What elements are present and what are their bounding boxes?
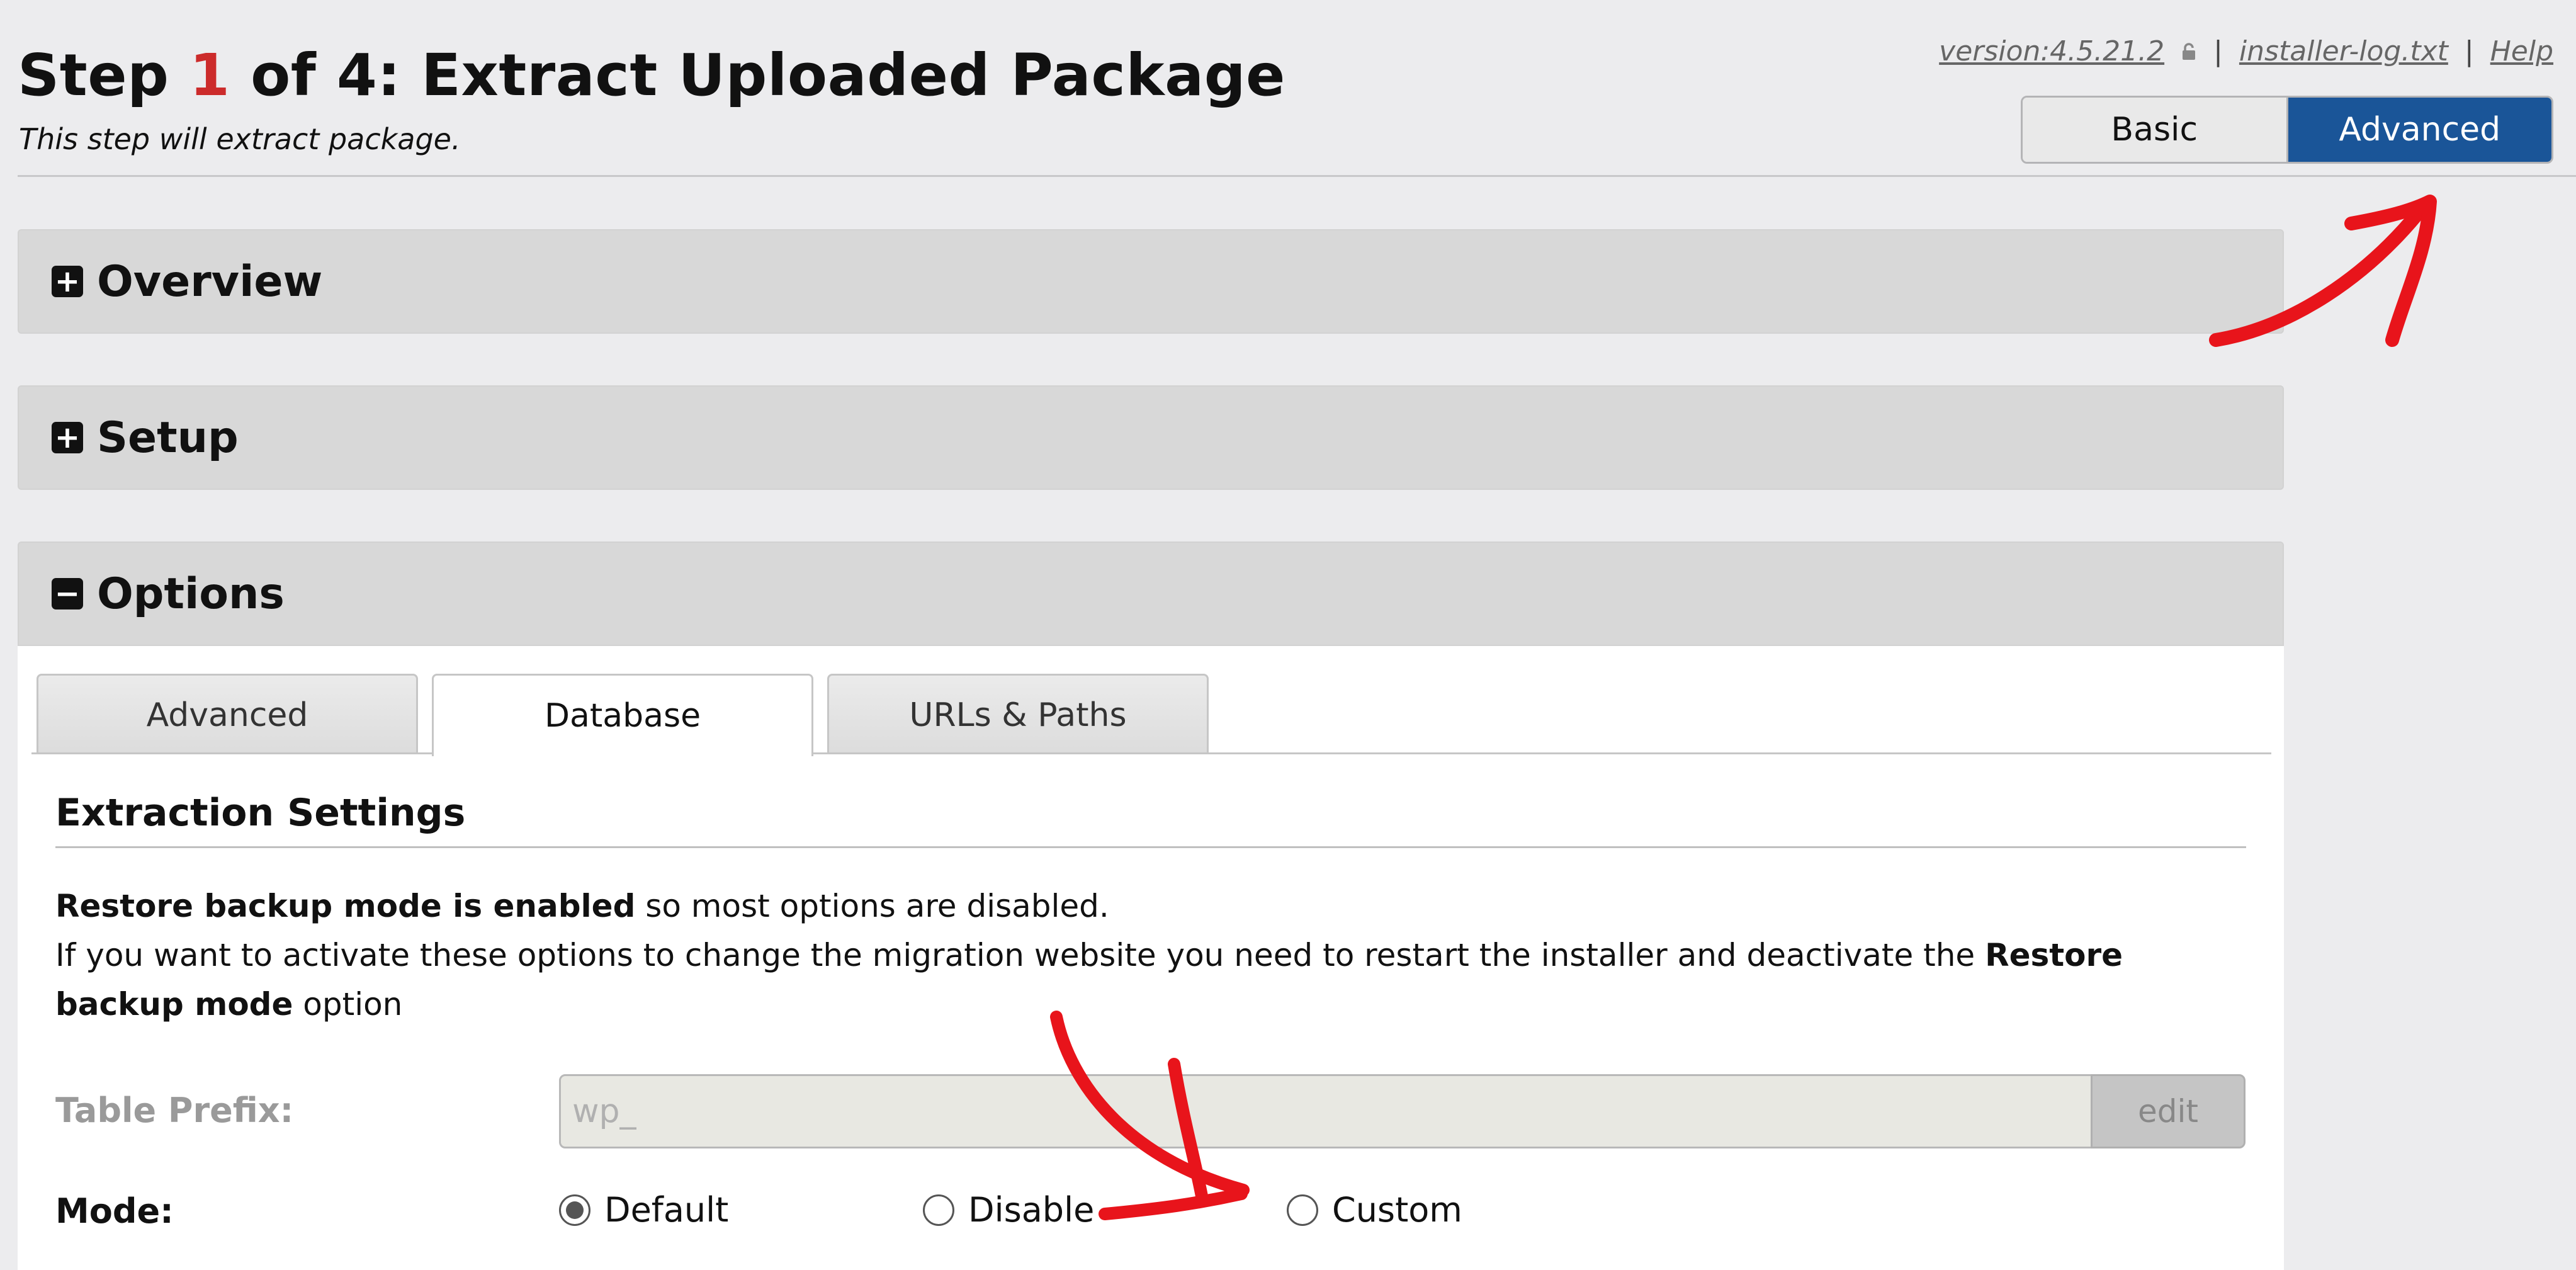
radio-circle <box>923 1194 954 1226</box>
header-divider <box>18 175 2576 177</box>
mode-custom-radio[interactable]: Custom <box>1287 1190 1462 1230</box>
help-link[interactable]: Help <box>2490 35 2553 67</box>
overview-panel-header[interactable]: + Overview <box>18 229 2284 334</box>
table-prefix-input[interactable]: wp_ <box>559 1074 2093 1148</box>
link-separator: | <box>2464 35 2474 67</box>
setup-title: Setup <box>97 412 239 463</box>
radio-selected-dot <box>566 1201 584 1219</box>
mode-label: Mode: <box>55 1191 174 1231</box>
step-number: 1 <box>189 42 230 109</box>
advanced-mode-button[interactable]: Advanced <box>2288 98 2551 162</box>
basic-mode-button[interactable]: Basic <box>2023 98 2288 162</box>
version-link[interactable]: version:4.5.21.2 <box>1939 35 2164 67</box>
overview-title: Overview <box>97 256 323 307</box>
view-mode-toggle: Basic Advanced <box>2021 96 2553 164</box>
mode-disable-radio[interactable]: Disable <box>923 1190 1094 1230</box>
notice-text: so most options are disabled. <box>635 888 1109 924</box>
radio-label: Disable <box>968 1190 1095 1230</box>
minus-square-icon: − <box>52 578 83 609</box>
link-separator: | <box>2213 35 2223 67</box>
section-title: Extraction Settings <box>55 791 466 835</box>
notice-bold: Restore backup mode is enabled <box>55 888 636 924</box>
plus-square-icon: + <box>52 422 83 453</box>
radio-circle <box>559 1194 590 1226</box>
top-links: version:4.5.21.2 | installer-log.txt | H… <box>1939 35 2553 67</box>
restore-mode-notice: Restore backup mode is enabled so most o… <box>55 882 2252 1029</box>
radio-label: Custom <box>1332 1190 1462 1230</box>
tab-database[interactable]: Database <box>432 674 813 756</box>
radio-label: Default <box>604 1190 729 1230</box>
annotation-arrow-head <box>2344 195 2437 347</box>
notice-text: option <box>293 986 403 1023</box>
table-prefix-label: Table Prefix: <box>55 1091 294 1130</box>
tabs-divider <box>31 752 2271 754</box>
tab-urls-paths[interactable]: URLs & Paths <box>827 674 1209 754</box>
plus-square-icon: + <box>52 266 83 297</box>
options-title: Options <box>97 569 285 619</box>
mode-default-radio[interactable]: Default <box>559 1190 728 1230</box>
tab-advanced[interactable]: Advanced <box>37 674 418 754</box>
options-panel-header[interactable]: − Options <box>18 541 2284 646</box>
title-suffix: of 4: Extract Uploaded Package <box>230 42 1285 109</box>
page-subtitle: This step will extract package. <box>19 122 461 156</box>
lock-icon <box>2183 42 2196 60</box>
title-prefix: Step <box>18 42 190 109</box>
radio-circle <box>1287 1194 1318 1226</box>
installer-log-link[interactable]: installer-log.txt <box>2239 35 2448 67</box>
section-divider <box>55 846 2246 848</box>
page-title: Step 1 of 4: Extract Uploaded Package <box>18 42 1285 109</box>
setup-panel-header[interactable]: + Setup <box>18 385 2284 490</box>
notice-text: If you want to activate these options to… <box>55 937 1986 973</box>
edit-prefix-button[interactable]: edit <box>2091 1074 2246 1148</box>
